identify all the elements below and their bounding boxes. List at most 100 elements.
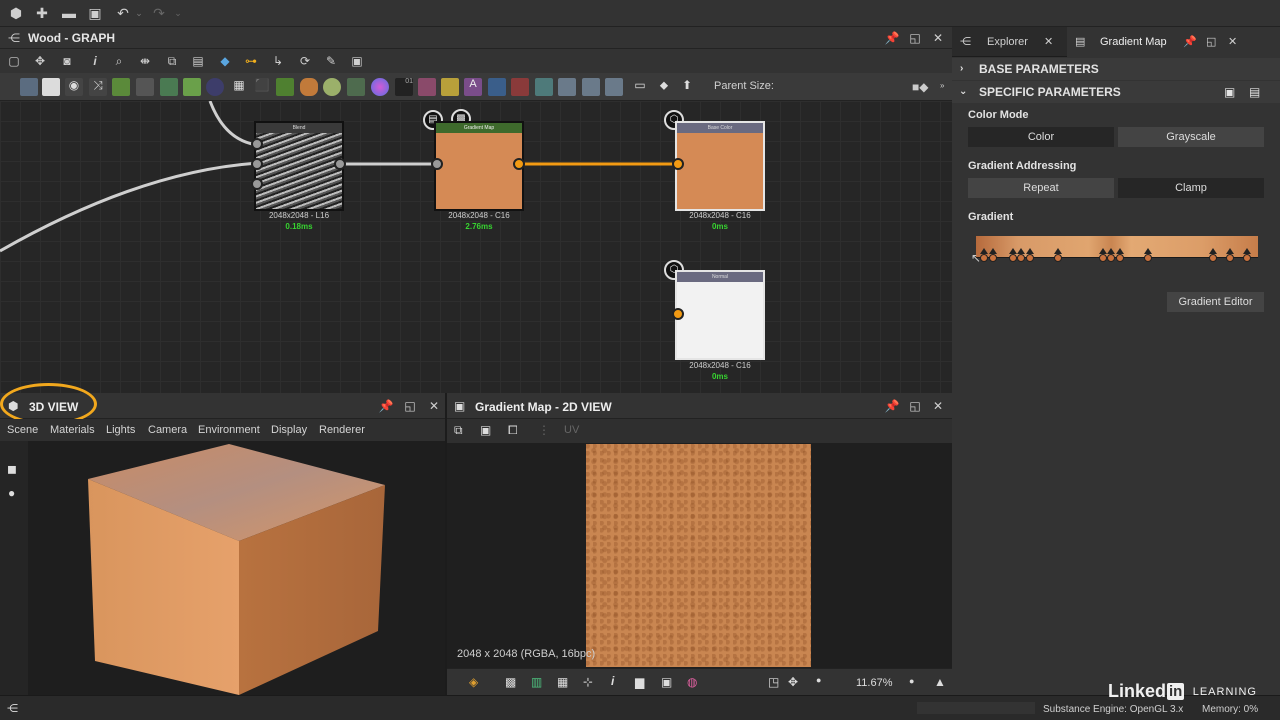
new-package-icon[interactable]: ⬢ <box>8 5 24 21</box>
crop-icon[interactable]: ⊹ <box>583 675 593 689</box>
shuffle-icon[interactable]: ⤨ <box>89 78 107 96</box>
input-port[interactable] <box>251 178 263 190</box>
gradient-editor-button[interactable]: Gradient Editor <box>1167 292 1264 312</box>
histogram-icon[interactable]: ▆ <box>635 675 644 689</box>
undo-icon[interactable]: ↶ <box>115 5 131 21</box>
close-icon[interactable]: ✕ <box>930 30 946 46</box>
video-camera-icon[interactable]: ◼ <box>7 462 17 476</box>
output-port[interactable] <box>513 158 525 170</box>
input-port[interactable] <box>431 158 443 170</box>
grid-icon[interactable]: ▦ <box>230 78 248 96</box>
menu-lights[interactable]: Lights <box>106 424 135 436</box>
maximize-icon[interactable]: ◱ <box>907 398 923 414</box>
color-mode-color[interactable]: Color <box>968 127 1114 147</box>
distance-icon[interactable] <box>488 78 506 96</box>
input-icon[interactable] <box>558 78 576 96</box>
close-icon[interactable]: ✕ <box>930 398 946 414</box>
zoom-slider-icon[interactable]: ● <box>816 675 821 685</box>
pin-node-icon[interactable]: ⬥ <box>655 78 673 96</box>
menu-display[interactable]: Display <box>271 424 307 436</box>
document-icon[interactable]: ▤ <box>1249 81 1260 103</box>
undo-dropdown-icon[interactable]: ⌄ <box>131 5 147 21</box>
color-mode-grayscale[interactable]: Grayscale <box>1118 127 1264 147</box>
move-icon[interactable]: ✥ <box>32 53 48 69</box>
close-icon[interactable]: ✕ <box>1228 27 1237 57</box>
normal-output-node[interactable]: Normal <box>675 270 765 360</box>
color-wheel-icon[interactable]: ◍ <box>687 675 697 689</box>
view-divider[interactable] <box>445 393 447 695</box>
layers-icon[interactable]: ▤ <box>190 53 206 69</box>
checker-icon[interactable]: ▩ <box>505 675 516 689</box>
layers-icon[interactable]: ◈ <box>469 675 478 689</box>
gradient-map-icon[interactable] <box>300 78 318 96</box>
channels-icon[interactable]: ▥ <box>531 675 542 689</box>
curve-icon[interactable] <box>112 78 130 96</box>
preset-icon[interactable]: ▣ <box>1224 81 1235 103</box>
blend-node[interactable]: Blend <box>254 121 344 211</box>
value-icon[interactable]: 01 <box>395 78 413 96</box>
uniform-color-icon[interactable] <box>42 78 60 96</box>
pixel-processor-icon[interactable] <box>276 78 294 96</box>
menu-environment[interactable]: Environment <box>198 424 260 436</box>
output-port[interactable] <box>334 158 346 170</box>
add-icon[interactable]: ✚ <box>34 5 50 21</box>
save-icon[interactable]: ▣ <box>87 5 103 21</box>
close-icon[interactable]: ✕ <box>1044 27 1053 57</box>
info-icon[interactable]: i <box>87 53 103 69</box>
search-icon[interactable]: ⌕ <box>111 53 127 69</box>
light-bulb-icon[interactable]: ● <box>8 486 15 500</box>
camera-icon[interactable]: ◙ <box>59 53 75 69</box>
pin-icon[interactable]: 📌 <box>884 30 900 46</box>
fit-icon[interactable]: ⧉ <box>454 423 463 438</box>
hierarchy-icon[interactable]: ⧉ <box>164 53 180 69</box>
view3d-viewport[interactable] <box>0 441 445 695</box>
pan-icon[interactable]: ✥ <box>788 675 798 689</box>
comment-icon[interactable]: ▭ <box>631 78 649 96</box>
pin-icon[interactable]: 📌 <box>1183 27 1197 57</box>
input-port[interactable] <box>672 308 684 320</box>
uv-dropdown[interactable]: UV <box>564 424 579 436</box>
frame-icon[interactable]: ▢ <box>6 53 22 69</box>
blur-icon[interactable] <box>206 78 224 96</box>
python-icon[interactable]: ◆ <box>217 53 233 69</box>
tab-explorer[interactable]: ⋲ Explorer ✕ <box>952 27 1067 57</box>
tools-icon[interactable]: ✎ <box>323 53 339 69</box>
link-icon[interactable]: ⊶ <box>243 53 259 69</box>
menu-renderer[interactable]: Renderer <box>319 424 365 436</box>
base-parameters-header[interactable]: › BASE PARAMETERS <box>952 58 1280 80</box>
redo-icon[interactable]: ↷ <box>151 5 167 21</box>
open-folder-icon[interactable]: ▬ <box>61 5 77 21</box>
grayscale-icon[interactable] <box>323 78 341 96</box>
split-icon[interactable]: ⋮ <box>538 423 550 437</box>
histogram-icon[interactable] <box>347 78 365 96</box>
warp-icon[interactable] <box>183 78 201 96</box>
refresh-icon[interactable]: ⟳ <box>297 53 313 69</box>
hsl-icon[interactable] <box>136 78 154 96</box>
tab-gradient-map[interactable]: ▤ Gradient Map 📌 ◱ ✕ <box>1067 27 1280 57</box>
input-port[interactable] <box>251 138 263 150</box>
emboss-icon[interactable] <box>371 78 389 96</box>
addressing-repeat[interactable]: Repeat <box>968 178 1114 198</box>
menu-camera[interactable]: Camera <box>148 424 187 436</box>
maximize-icon[interactable]: ◱ <box>1206 27 1216 57</box>
redo-dropdown-icon[interactable]: ⌄ <box>170 5 186 21</box>
maximize-icon[interactable]: ◱ <box>402 398 418 414</box>
menu-scene[interactable]: Scene <box>7 424 38 436</box>
grid-icon[interactable]: ▦ <box>557 675 568 689</box>
more-icon[interactable]: » <box>940 81 944 90</box>
input-port[interactable] <box>251 158 263 170</box>
dot-node-icon[interactable]: ⬆ <box>678 78 696 96</box>
maximize-icon[interactable]: ◱ <box>907 30 923 46</box>
info-icon[interactable]: i <box>611 674 614 688</box>
bitmap-node-icon[interactable] <box>20 78 38 96</box>
align-icon[interactable]: ⇼ <box>137 53 153 69</box>
close-icon[interactable]: ✕ <box>426 398 442 414</box>
connect-icon[interactable]: ↳ <box>270 53 286 69</box>
gradient-map-node[interactable]: Gradient Map <box>434 121 524 211</box>
frame-node-icon[interactable] <box>605 78 623 96</box>
base-color-output-node[interactable]: Base Color <box>675 121 765 211</box>
reset-zoom-icon[interactable]: ● <box>909 676 914 686</box>
copy-icon[interactable]: ⧠ <box>508 423 518 438</box>
export-icon[interactable]: ▣ <box>349 53 365 69</box>
transform-icon[interactable] <box>160 78 178 96</box>
